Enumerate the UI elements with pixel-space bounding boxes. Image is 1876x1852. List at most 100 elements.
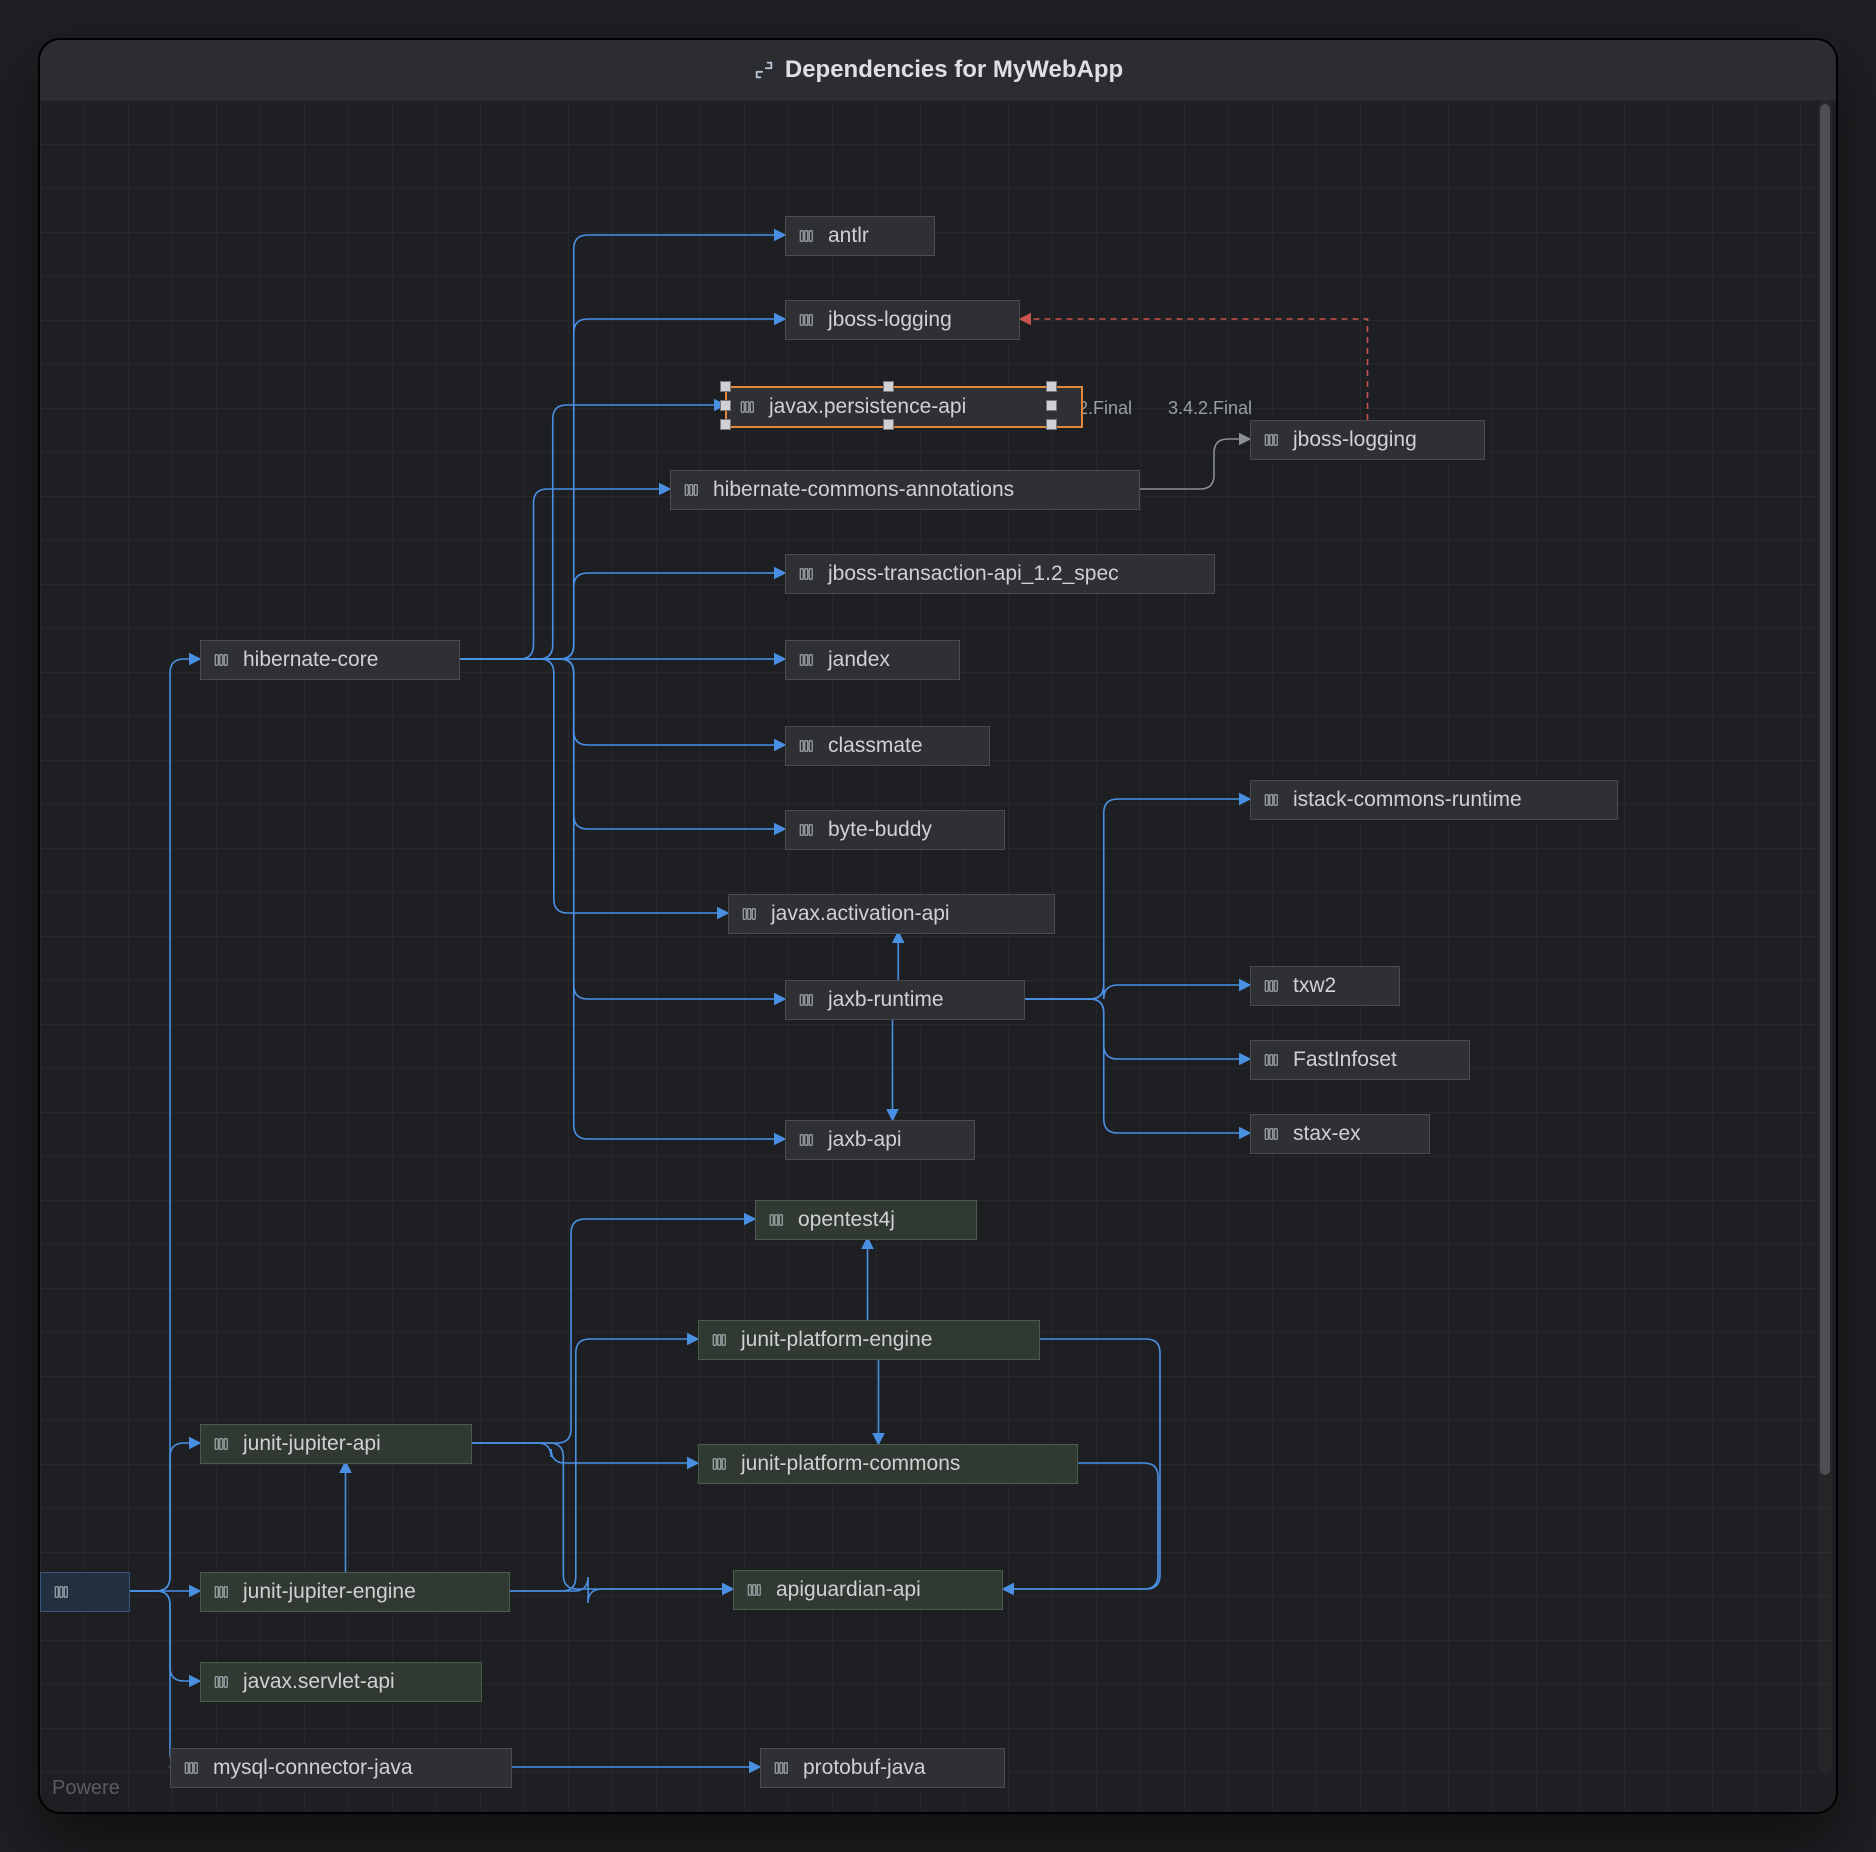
diagram-viewport[interactable]: 3.3.2.Final 3.4.2.Final hibernate-core a… [40, 100, 1836, 1812]
dep-node-javax-activation[interactable]: javax.activation-api [728, 894, 1055, 934]
dep-node-apiguardian[interactable]: apiguardian-api [733, 1570, 1003, 1610]
dep-node-label: javax.servlet-api [243, 1670, 395, 1694]
library-icon [1263, 1125, 1281, 1143]
library-icon [798, 227, 816, 245]
dep-node-label: jboss-logging [1293, 428, 1417, 452]
dep-node-stax-ex[interactable]: stax-ex [1250, 1114, 1430, 1154]
dep-node-classmate[interactable]: classmate [785, 726, 990, 766]
dep-node-label: javax.activation-api [771, 902, 950, 926]
selection-handle[interactable] [1046, 419, 1057, 430]
dependency-edge [460, 659, 785, 829]
dep-node-protobuf[interactable]: protobuf-java [760, 1748, 1005, 1788]
dep-node-label: junit-platform-commons [741, 1452, 960, 1476]
library-icon [798, 737, 816, 755]
dep-node-junit-platform-engine[interactable]: junit-platform-engine [698, 1320, 1040, 1360]
library-icon [741, 905, 759, 923]
selection-handle[interactable] [1046, 381, 1057, 392]
dep-node-jaxb-api[interactable]: jaxb-api [785, 1120, 975, 1160]
dep-node-junit-jupiter-engine[interactable]: junit-jupiter-engine [200, 1572, 510, 1612]
selection-handle[interactable] [720, 400, 731, 411]
dep-node-label: txw2 [1293, 974, 1336, 998]
title-text: Dependencies for MyWebApp [785, 56, 1123, 84]
selection-handle[interactable] [720, 419, 731, 430]
library-icon [798, 1131, 816, 1149]
dependency-edge [1025, 799, 1250, 999]
vertical-scrollbar[interactable] [1818, 100, 1832, 1772]
dependency-edge [1025, 985, 1250, 999]
dep-node-label: javax.persistence-api [769, 395, 966, 419]
library-icon [798, 991, 816, 1009]
dep-node-txw2[interactable]: txw2 [1250, 966, 1400, 1006]
dep-node-javax-persistence[interactable]: javax.persistence-api [725, 386, 1083, 428]
dependency-edge [130, 1443, 200, 1591]
dep-node-jaxb-runtime[interactable]: jaxb-runtime [785, 980, 1025, 1020]
dep-node-fastinfo[interactable]: FastInfoset [1250, 1040, 1470, 1080]
dependency-edge [460, 235, 785, 659]
dep-node-label: junit-platform-engine [741, 1328, 932, 1352]
dep-node-mysql[interactable]: mysql-connector-java [170, 1748, 512, 1788]
dep-node-label: istack-commons-runtime [1293, 788, 1522, 812]
dependency-edge [510, 1339, 698, 1591]
dep-node-label: jboss-logging [828, 308, 952, 332]
library-icon [1263, 431, 1281, 449]
dependency-edge [1140, 439, 1250, 489]
dep-node-junit-jupiter-api[interactable]: junit-jupiter-api [200, 1424, 472, 1464]
dependency-edge [130, 1591, 184, 1767]
selection-handle[interactable] [883, 419, 894, 430]
library-icon [746, 1581, 764, 1599]
library-icon [739, 398, 757, 416]
library-icon [711, 1455, 729, 1473]
selection-handle[interactable] [1046, 400, 1057, 411]
dep-node-label: jandex [828, 648, 890, 672]
dep-node-antlr[interactable]: antlr [785, 216, 935, 256]
selection-handle[interactable] [883, 381, 894, 392]
dep-node-jboss-logging[interactable]: jboss-logging [785, 300, 1020, 340]
scrollbar-thumb[interactable] [1820, 104, 1830, 1475]
dep-node-label: protobuf-java [803, 1756, 926, 1780]
dep-node-istack[interactable]: istack-commons-runtime [1250, 780, 1618, 820]
dep-node-label: jboss-transaction-api_1.2_spec [828, 562, 1119, 586]
library-icon [1263, 977, 1281, 995]
dep-node-label: mysql-connector-java [213, 1756, 413, 1780]
dep-node-javax-servlet[interactable]: javax.servlet-api [200, 1662, 482, 1702]
dep-node-jandex[interactable]: jandex [785, 640, 960, 680]
dependencies-icon [753, 59, 775, 81]
dep-node-label: byte-buddy [828, 818, 932, 842]
dep-node-hibernate-core[interactable]: hibernate-core [200, 640, 460, 680]
library-icon [711, 1331, 729, 1349]
dep-node-label: hibernate-core [243, 648, 378, 672]
dep-node-label: classmate [828, 734, 923, 758]
dep-node-opentest4j[interactable]: opentest4j [755, 1200, 977, 1240]
dep-node-label: hibernate-commons-annotations [713, 478, 1014, 502]
dependency-edge [460, 489, 670, 659]
dep-node-label: opentest4j [798, 1208, 895, 1232]
library-icon [798, 651, 816, 669]
dependency-edge [1025, 999, 1250, 1133]
dep-node-label: apiguardian-api [776, 1578, 921, 1602]
dep-node-jboss-logging2[interactable]: jboss-logging [1250, 420, 1485, 460]
library-icon [773, 1759, 791, 1777]
dep-node-label: stax-ex [1293, 1122, 1361, 1146]
dependency-edge [460, 659, 785, 745]
dep-node-label: antlr [828, 224, 869, 248]
dependency-edge [510, 1577, 733, 1603]
dep-node-root[interactable] [40, 1572, 130, 1612]
library-icon [53, 1583, 71, 1601]
library-icon [798, 311, 816, 329]
dep-node-hibernate-commons[interactable]: hibernate-commons-annotations [670, 470, 1140, 510]
dep-node-jboss-tx[interactable]: jboss-transaction-api_1.2_spec [785, 554, 1215, 594]
library-icon [213, 1583, 231, 1601]
diagram-canvas[interactable]: 3.3.2.Final 3.4.2.Final hibernate-core a… [40, 100, 1836, 1812]
edge-layer [40, 100, 1836, 1812]
selection-handle[interactable] [720, 381, 731, 392]
dep-node-label: junit-jupiter-engine [243, 1580, 416, 1604]
library-icon [798, 821, 816, 839]
dep-node-junit-platform-commons[interactable]: junit-platform-commons [698, 1444, 1078, 1484]
titlebar: Dependencies for MyWebApp [40, 40, 1836, 101]
dependency-edge [130, 1591, 200, 1681]
library-icon [1263, 791, 1281, 809]
dep-node-label: jaxb-runtime [828, 988, 944, 1012]
dependency-edge [460, 405, 725, 659]
dependency-edge [472, 1443, 698, 1463]
dep-node-byte-buddy[interactable]: byte-buddy [785, 810, 1005, 850]
